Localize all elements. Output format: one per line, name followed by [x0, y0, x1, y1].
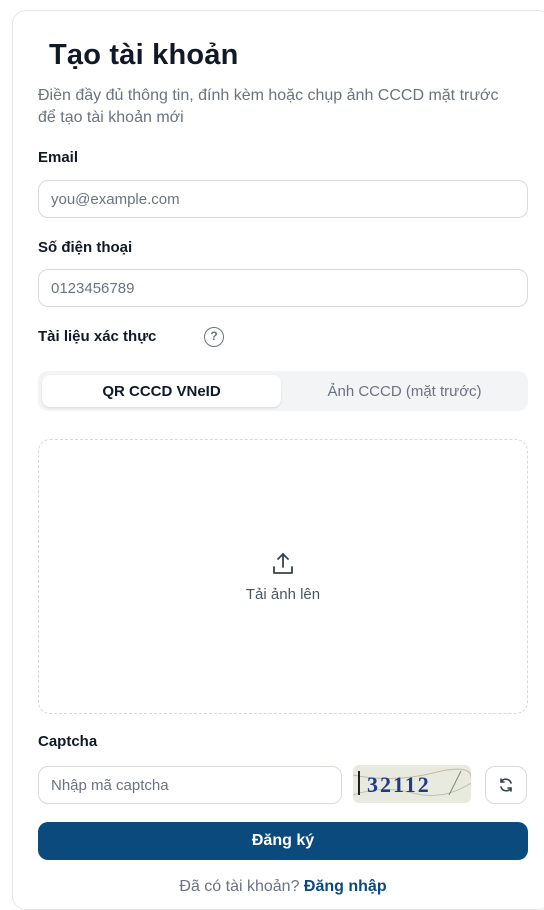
captcha-label: Captcha — [38, 733, 98, 750]
login-prompt: Đã có tài khoản? Đăng nhập — [13, 878, 544, 896]
page-title: Tạo tài khoản — [49, 39, 239, 71]
register-card: Tạo tài khoản Điền đầy đủ thông tin, đín… — [12, 10, 544, 910]
tab-qr-cccd-vneid[interactable]: QR CCCD VNeID — [42, 375, 281, 407]
login-link[interactable]: Đăng nhập — [304, 878, 387, 895]
upload-icon — [273, 553, 293, 574]
refresh-captcha-button[interactable] — [485, 766, 527, 804]
phone-label: Số điện thoại — [38, 239, 133, 256]
upload-dropzone[interactable]: Tải ảnh lên — [38, 439, 528, 714]
login-prompt-text: Đã có tài khoản? — [179, 878, 300, 895]
page-subtitle: Điền đầy đủ thông tin, đính kèm hoặc chụ… — [38, 87, 499, 126]
captcha-input[interactable] — [38, 766, 342, 804]
email-field[interactable] — [38, 180, 528, 218]
tab-anh-cccd-mat-truoc[interactable]: Ảnh CCCD (mặt trước) — [285, 375, 524, 407]
upload-label: Tải ảnh lên — [245, 586, 321, 603]
phone-field[interactable] — [38, 269, 528, 307]
document-label: Tài liệu xác thực — [38, 328, 157, 345]
email-label: Email — [38, 149, 79, 166]
document-type-tabs: QR CCCD VNeID Ảnh CCCD (mặt trước) — [38, 371, 528, 411]
refresh-icon — [500, 778, 512, 792]
register-button[interactable]: Đăng ký — [38, 822, 528, 860]
captcha-image: 32112 — [353, 765, 471, 803]
captcha-text: 32112 — [367, 772, 431, 797]
question-circle-icon[interactable]: ? — [204, 327, 224, 347]
